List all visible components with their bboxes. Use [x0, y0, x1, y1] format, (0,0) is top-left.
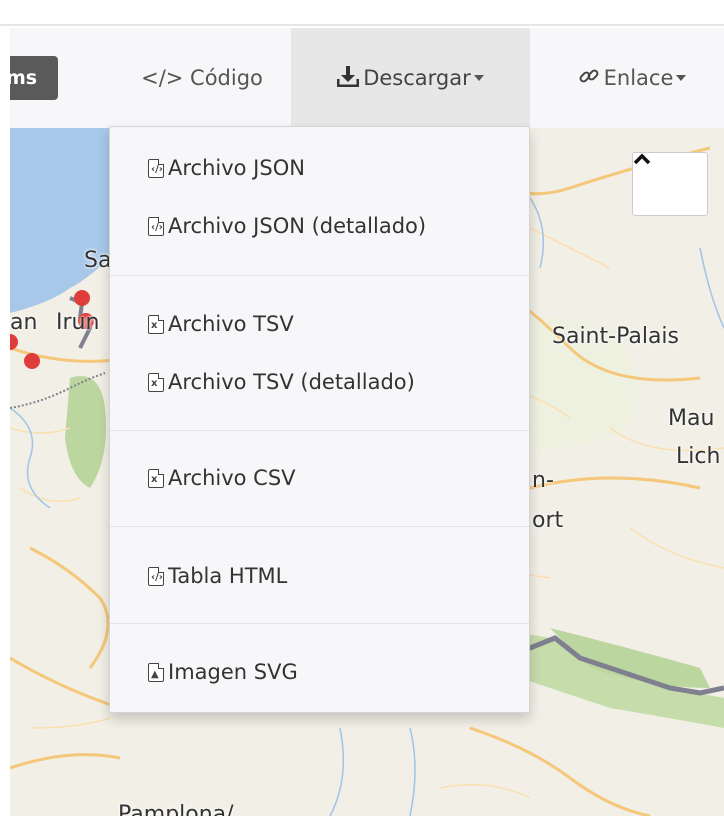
map-marker[interactable]	[74, 290, 90, 306]
spreadsheet-file-icon: x	[148, 372, 164, 392]
top-strip	[0, 0, 724, 26]
caret-down-icon	[473, 75, 484, 81]
menu-item-csv[interactable]: x Archivo CSV	[110, 456, 529, 500]
map-label: an	[10, 310, 38, 335]
link-button-label: Enlace	[603, 66, 674, 90]
code-button[interactable]: </> Código	[124, 28, 280, 128]
download-dropdown-menu: ‹/› Archivo JSON ‹/› Archivo JSON (detal…	[109, 126, 530, 713]
menu-item-tsv[interactable]: x Archivo TSV	[110, 302, 529, 346]
menu-item-label: Imagen SVG	[168, 660, 298, 684]
map-label: n-	[532, 468, 554, 493]
menu-item-label: Archivo CSV	[168, 466, 296, 490]
menu-item-label: Archivo TSV (detallado)	[168, 370, 415, 394]
items-chip-label: ms	[10, 67, 38, 89]
code-file-icon: ‹/›	[148, 158, 164, 178]
menu-item-label: Tabla HTML	[168, 564, 288, 588]
menu-item-label: Archivo TSV	[168, 312, 294, 336]
download-button-label: Descargar	[363, 66, 471, 90]
menu-item-html-table[interactable]: ‹/› Tabla HTML	[110, 554, 529, 598]
code-file-icon: ‹/›	[148, 216, 164, 236]
chevron-up-icon	[633, 153, 651, 165]
download-icon	[336, 65, 360, 92]
download-button[interactable]: Descargar	[291, 28, 530, 128]
map-label: Lich	[676, 444, 721, 469]
caret-down-icon	[676, 75, 687, 81]
menu-divider	[110, 430, 529, 431]
menu-divider	[110, 275, 529, 276]
spreadsheet-file-icon: x	[148, 314, 164, 334]
menu-item-label: Archivo JSON	[168, 156, 305, 180]
map-label: Saint-Palais	[552, 324, 679, 349]
link-icon	[578, 65, 600, 92]
link-button[interactable]: Enlace	[540, 28, 724, 128]
code-button-label: </> Código	[141, 66, 263, 90]
result-toolbar: ms </> Código Descargar Enlace	[10, 28, 724, 128]
menu-item-tsv-detailed[interactable]: x Archivo TSV (detallado)	[110, 360, 529, 404]
map-label: Pamplona/	[118, 802, 234, 816]
menu-item-json-detailed[interactable]: ‹/› Archivo JSON (detallado)	[110, 204, 529, 248]
menu-item-label: Archivo JSON (detallado)	[168, 214, 427, 238]
menu-item-svg-image[interactable]: ▲ Imagen SVG	[110, 650, 529, 694]
code-file-icon: ‹/›	[148, 566, 164, 586]
menu-divider	[110, 526, 529, 527]
map-label: Irun	[56, 310, 100, 335]
map-label: Mau	[668, 406, 715, 431]
map-label: Sa	[84, 248, 112, 273]
collapse-button[interactable]	[632, 152, 708, 216]
map-label: ort	[532, 508, 564, 533]
items-chip[interactable]: ms	[10, 56, 58, 100]
menu-divider	[110, 623, 529, 624]
spreadsheet-file-icon: x	[148, 468, 164, 488]
map-marker[interactable]	[10, 334, 18, 350]
menu-item-json[interactable]: ‹/› Archivo JSON	[110, 146, 529, 190]
map-marker[interactable]	[24, 353, 40, 369]
image-file-icon: ▲	[148, 662, 164, 682]
